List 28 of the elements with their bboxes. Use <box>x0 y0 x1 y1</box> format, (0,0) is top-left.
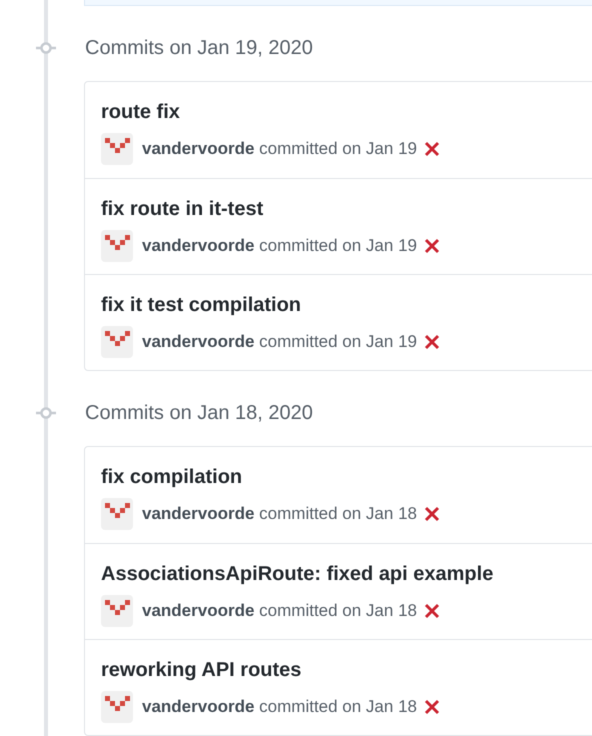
avatar-icon[interactable] <box>101 691 133 723</box>
x-mark-icon[interactable] <box>422 602 441 620</box>
commit-message-link[interactable]: fix it test compilation <box>101 294 302 316</box>
commit-node-icon <box>35 42 57 54</box>
commit-meta-text: vandervoorde committed on Jan 19 <box>142 332 417 352</box>
x-mark-icon[interactable] <box>422 505 441 523</box>
commit-node-icon <box>35 407 57 419</box>
commit-meta-text: vandervoorde committed on Jan 18 <box>142 697 417 717</box>
commit-message-link[interactable]: fix route in it-test <box>101 198 264 220</box>
x-mark-icon[interactable] <box>422 140 441 158</box>
commit-meta-text: vandervoorde committed on Jan 18 <box>142 601 417 621</box>
avatar-icon[interactable] <box>101 133 133 165</box>
avatar-icon[interactable] <box>101 498 133 530</box>
avatar-icon[interactable] <box>101 230 133 262</box>
avatar-icon[interactable] <box>101 595 133 627</box>
avatar-icon[interactable] <box>101 326 133 358</box>
commit-message-link[interactable]: route fix <box>101 101 180 123</box>
commit-message-link[interactable]: fix compilation <box>101 466 242 488</box>
date-heading: Commits on Jan 19, 2020 <box>85 36 313 60</box>
x-mark-icon[interactable] <box>422 698 441 716</box>
commit-meta-text: vandervoorde committed on Jan 19 <box>142 236 417 256</box>
commit-message-link[interactable]: reworking API routes <box>101 659 302 681</box>
date-heading: Commits on Jan 18, 2020 <box>85 402 313 424</box>
x-mark-icon[interactable] <box>422 333 441 351</box>
commit-meta-text: vandervoorde committed on Jan 19 <box>142 139 417 159</box>
x-mark-icon[interactable] <box>422 237 441 255</box>
commit-message-link[interactable]: AssociationsApiRoute: fixed api example <box>101 563 494 585</box>
commit-meta-text: vandervoorde committed on Jan 18 <box>142 504 417 524</box>
